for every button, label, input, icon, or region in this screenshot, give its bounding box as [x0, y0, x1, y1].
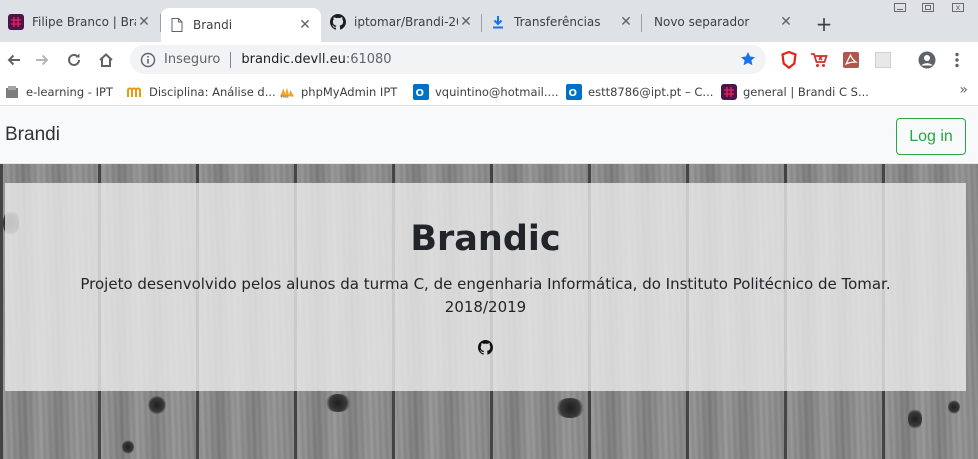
- project-description: Projeto desenvolvido pelos alunos da tur…: [80, 275, 891, 316]
- disabled-extension-button[interactable]: [872, 49, 894, 71]
- jumbotron: Brandic Projeto desenvolvido pelos aluno…: [5, 183, 966, 391]
- bookmark-label: phpMyAdmin IPT: [301, 85, 398, 99]
- divider: [230, 51, 232, 68]
- wood-background: Brandic Projeto desenvolvido pelos aluno…: [0, 164, 978, 459]
- tab-github[interactable]: iptomar/Brandi-20 ✕: [322, 8, 482, 36]
- wood-knot: [908, 408, 922, 430]
- brave-shield-extension-button[interactable]: [778, 49, 800, 71]
- close-window-icon: x: [952, 2, 964, 12]
- bookmark-label: e-learning - IPT: [26, 85, 113, 99]
- pdf-extension-button[interactable]: [840, 49, 862, 71]
- github-icon: [330, 14, 346, 30]
- svg-text:PMA: PMA: [281, 95, 289, 99]
- close-icon[interactable]: ✕: [458, 14, 474, 30]
- puzzle-icon: [875, 52, 891, 68]
- tab-title: Filipe Branco | Brar: [32, 15, 136, 29]
- wood-knot: [325, 394, 351, 412]
- wood-knot: [948, 400, 960, 414]
- profile-button[interactable]: [916, 49, 938, 71]
- tab-title: iptomar/Brandi-20: [354, 15, 458, 29]
- cart-icon: [811, 53, 828, 67]
- restore-icon: [922, 2, 934, 12]
- bookmark-ipt-mail[interactable]: O estt8786@ipt.pt – C...: [566, 82, 713, 102]
- site-navbar: Brandi Log in: [0, 107, 978, 164]
- wood-knot: [148, 396, 166, 414]
- tab-downloads[interactable]: Transferências ✕: [482, 8, 642, 36]
- svg-text:O: O: [416, 88, 425, 99]
- moodle-icon: [4, 84, 20, 100]
- address-bar[interactable]: Inseguro brandic.devll.eu:61080: [130, 45, 766, 74]
- tab-new-tab-page[interactable]: Novo separador ✕: [642, 8, 802, 36]
- tab-brandi[interactable]: Brandi ✕: [161, 8, 321, 42]
- arrow-left-icon: [7, 54, 20, 66]
- bookmark-label: Disciplina: Análise d...: [149, 85, 276, 99]
- kebab-menu-icon: [955, 52, 959, 68]
- forward-button[interactable]: [28, 46, 56, 74]
- bookmark-slack-general[interactable]: general | Brandi C S...: [721, 82, 869, 102]
- url-port[interactable]: :61080: [346, 52, 392, 67]
- bookmark-e-learning[interactable]: e-learning - IPT: [4, 82, 113, 102]
- info-icon[interactable]: [140, 52, 156, 68]
- tab-title: Brandi: [193, 18, 233, 32]
- page-title: Brandic: [410, 219, 561, 259]
- back-button[interactable]: [0, 46, 28, 74]
- menu-button[interactable]: [946, 49, 968, 71]
- minimize-icon: [894, 2, 906, 12]
- github-icon[interactable]: [478, 340, 493, 355]
- login-button[interactable]: Log in: [896, 118, 966, 155]
- svg-text:O: O: [569, 88, 578, 99]
- minimize-button[interactable]: [886, 0, 914, 14]
- shield-icon: [781, 51, 797, 69]
- outlook-icon: O: [413, 84, 429, 100]
- browser-tabstrip: Filipe Branco | Brar ✕ Brandi ✕ iptomar/…: [0, 0, 978, 42]
- outlook-icon: O: [566, 84, 582, 100]
- reload-icon: [68, 53, 80, 66]
- bookmark-hotmail[interactable]: O vquintino@hotmail....: [413, 82, 559, 102]
- tab-title: Transferências: [514, 15, 601, 29]
- phpmyadmin-icon: PMA: [279, 84, 295, 100]
- new-tab-button[interactable]: +: [812, 12, 836, 36]
- bookmark-label: estt8786@ipt.pt – C...: [588, 85, 714, 99]
- close-icon[interactable]: ✕: [297, 17, 313, 33]
- browser-toolbar: Inseguro brandic.devll.eu:61080: [0, 42, 978, 78]
- star-icon[interactable]: [740, 51, 756, 67]
- bookmark-disciplina[interactable]: Disciplina: Análise d...: [127, 82, 276, 102]
- tab-filipe-branco[interactable]: Filipe Branco | Brar ✕: [0, 8, 160, 36]
- close-icon[interactable]: ✕: [136, 14, 152, 30]
- tab-title: Novo separador: [654, 15, 750, 29]
- cart-extension-button[interactable]: [808, 49, 830, 71]
- bookmark-label: general | Brandi C S...: [743, 85, 869, 99]
- close-icon[interactable]: ✕: [778, 14, 794, 30]
- wood-knot: [122, 440, 134, 454]
- navbar-brand[interactable]: Brandi: [5, 124, 60, 146]
- arrow-right-icon: [36, 54, 49, 66]
- bookmarks-bar: e-learning - IPT Disciplina: Análise d..…: [0, 78, 978, 106]
- page-content: Brandi Log in Brandic Projeto desenvolvi…: [0, 107, 978, 459]
- reload-button[interactable]: [60, 46, 88, 74]
- url-host[interactable]: brandic.devll.eu: [241, 52, 345, 67]
- avatar-icon: [918, 51, 936, 69]
- bookmark-label: vquintino@hotmail....: [435, 85, 559, 99]
- home-button[interactable]: [92, 46, 120, 74]
- moodle-icon: [127, 84, 143, 100]
- maximize-button[interactable]: [914, 0, 942, 14]
- close-window-button[interactable]: x: [944, 0, 972, 14]
- pdf-icon: [843, 52, 859, 68]
- page-icon: [169, 17, 185, 33]
- security-label[interactable]: Inseguro: [164, 52, 220, 67]
- bookmark-phpmyadmin[interactable]: PMA phpMyAdmin IPT: [279, 82, 397, 102]
- slack-icon: [721, 84, 737, 100]
- download-icon: [490, 14, 506, 30]
- chevron-double-right-icon[interactable]: »: [959, 82, 968, 98]
- wood-knot: [555, 398, 585, 418]
- slack-icon: [8, 14, 24, 30]
- home-icon: [99, 53, 113, 67]
- close-icon[interactable]: ✕: [618, 14, 634, 30]
